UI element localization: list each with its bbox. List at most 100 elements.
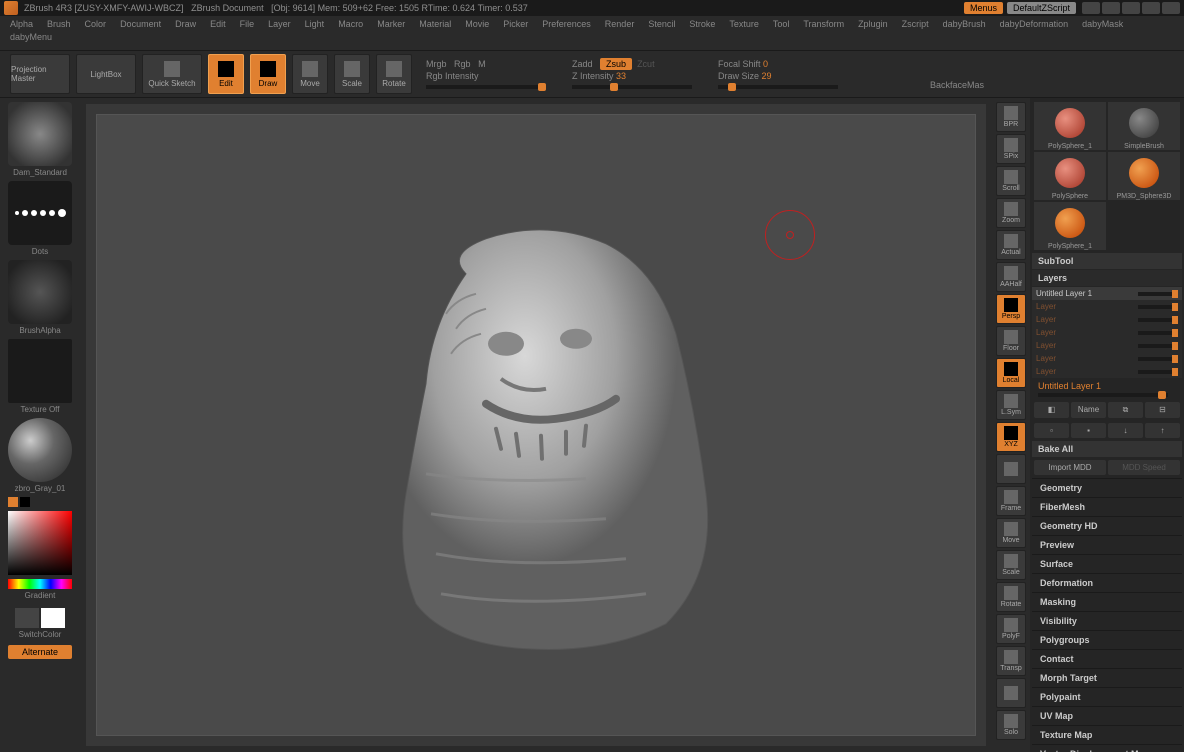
menu-color[interactable]: Color — [85, 19, 107, 29]
win-btn-4[interactable] — [1142, 2, 1160, 14]
rtool-blank-18[interactable] — [996, 678, 1026, 708]
menu-layer[interactable]: Layer — [268, 19, 291, 29]
layers-header[interactable]: Layers — [1032, 270, 1182, 286]
menu-draw[interactable]: Draw — [175, 19, 196, 29]
menu-tool[interactable]: Tool — [773, 19, 790, 29]
section-preview[interactable]: Preview — [1032, 535, 1182, 554]
layer-btn-6[interactable]: ↓ — [1108, 423, 1143, 438]
menu-daby[interactable]: dabyMenu — [10, 32, 52, 42]
import-mdd-button[interactable]: Import MDD — [1034, 460, 1106, 475]
section-uv-map[interactable]: UV Map — [1032, 706, 1182, 725]
menu-picker[interactable]: Picker — [503, 19, 528, 29]
section-texture-map[interactable]: Texture Map — [1032, 725, 1182, 744]
layer-row[interactable]: Layer — [1032, 300, 1182, 313]
menu-marker[interactable]: Marker — [377, 19, 405, 29]
menu-movie[interactable]: Movie — [465, 19, 489, 29]
untitled-layer[interactable]: Untitled Layer 1 — [1038, 381, 1101, 391]
menu-stencil[interactable]: Stencil — [648, 19, 675, 29]
layer-opacity-slider[interactable] — [1038, 393, 1168, 397]
rgb-intensity-slider[interactable] — [426, 85, 546, 89]
menu-transform[interactable]: Transform — [803, 19, 844, 29]
zcut-label[interactable]: Zcut — [637, 59, 655, 69]
menus-button[interactable]: Menus — [964, 2, 1003, 14]
rtool-transp[interactable]: Transp — [996, 646, 1026, 676]
name-button[interactable]: Name — [1071, 402, 1106, 418]
mrgb-label[interactable]: Mrgb — [426, 59, 447, 69]
section-vector-displacement-map[interactable]: Vector Displacement Map — [1032, 744, 1182, 752]
tool-polysphere[interactable]: PolySphere — [1034, 152, 1106, 200]
rtool-l.sym[interactable]: L.Sym — [996, 390, 1026, 420]
tool-polysphere_1[interactable]: PolySphere_1 — [1034, 102, 1106, 150]
layer-row[interactable]: Untitled Layer 1 — [1032, 287, 1182, 300]
draw-size-slider[interactable] — [718, 85, 838, 89]
layer-btn-5[interactable]: ▪ — [1071, 423, 1106, 438]
color-picker[interactable] — [8, 511, 72, 575]
menu-dabydeformation[interactable]: dabyDeformation — [1000, 19, 1069, 29]
hue-slider[interactable] — [8, 579, 72, 589]
swatch-2[interactable] — [41, 608, 65, 628]
menu-dabybrush[interactable]: dabyBrush — [943, 19, 986, 29]
menu-file[interactable]: File — [240, 19, 255, 29]
projection-master-button[interactable]: Projection Master — [10, 54, 70, 94]
menu-edit[interactable]: Edit — [210, 19, 226, 29]
rtool-blank-11[interactable] — [996, 454, 1026, 484]
rtool-zoom[interactable]: Zoom — [996, 198, 1026, 228]
texture-selector[interactable] — [8, 339, 72, 403]
section-morph-target[interactable]: Morph Target — [1032, 668, 1182, 687]
edit-button[interactable]: Edit — [208, 54, 244, 94]
scale-button[interactable]: Scale — [334, 54, 370, 94]
win-btn-2[interactable] — [1102, 2, 1120, 14]
menu-alpha[interactable]: Alpha — [10, 19, 33, 29]
menu-brush[interactable]: Brush — [47, 19, 71, 29]
section-polygroups[interactable]: Polygroups — [1032, 630, 1182, 649]
quick-sketch-button[interactable]: Quick Sketch — [142, 54, 202, 94]
color-chip-1[interactable] — [8, 497, 18, 507]
rtool-solo[interactable]: Solo — [996, 710, 1026, 740]
m-label[interactable]: M — [478, 59, 486, 69]
section-geometry[interactable]: Geometry — [1032, 478, 1182, 497]
menu-render[interactable]: Render — [605, 19, 635, 29]
layer-row[interactable]: Layer — [1032, 313, 1182, 326]
swatch-1[interactable] — [15, 608, 39, 628]
rtool-floor[interactable]: Floor — [996, 326, 1026, 356]
brush-selector[interactable] — [8, 102, 72, 166]
section-fibermesh[interactable]: FiberMesh — [1032, 497, 1182, 516]
menu-material[interactable]: Material — [419, 19, 451, 29]
alpha-selector[interactable] — [8, 260, 72, 324]
rtool-spix[interactable]: SPix — [996, 134, 1026, 164]
rtool-polyf[interactable]: PolyF — [996, 614, 1026, 644]
rtool-aahalf[interactable]: AAHalf — [996, 262, 1026, 292]
section-geometry-hd[interactable]: Geometry HD — [1032, 516, 1182, 535]
switchcolor-label[interactable]: SwitchColor — [4, 630, 76, 639]
tool-pm3d_sphere3d[interactable]: PM3D_Sphere3D — [1108, 152, 1180, 200]
material-selector[interactable] — [8, 418, 72, 482]
layer-row[interactable]: Layer — [1032, 339, 1182, 352]
section-deformation[interactable]: Deformation — [1032, 573, 1182, 592]
section-masking[interactable]: Masking — [1032, 592, 1182, 611]
menu-stroke[interactable]: Stroke — [689, 19, 715, 29]
menu-document[interactable]: Document — [120, 19, 161, 29]
rtool-scroll[interactable]: Scroll — [996, 166, 1026, 196]
menu-preferences[interactable]: Preferences — [542, 19, 591, 29]
rotate-button[interactable]: Rotate — [376, 54, 412, 94]
section-polypaint[interactable]: Polypaint — [1032, 687, 1182, 706]
win-btn-3[interactable] — [1122, 2, 1140, 14]
menu-zplugin[interactable]: Zplugin — [858, 19, 888, 29]
tool-simplebrush[interactable]: SimpleBrush — [1108, 102, 1180, 150]
layer-row[interactable]: Layer — [1032, 365, 1182, 378]
rtool-scale[interactable]: Scale — [996, 550, 1026, 580]
move-button[interactable]: Move — [292, 54, 328, 94]
lightbox-button[interactable]: LightBox — [76, 54, 136, 94]
draw-button[interactable]: Draw — [250, 54, 286, 94]
viewport[interactable] — [86, 104, 986, 746]
win-btn-1[interactable] — [1082, 2, 1100, 14]
tool-polysphere_1[interactable]: PolySphere_1 — [1034, 202, 1106, 250]
menu-texture[interactable]: Texture — [729, 19, 759, 29]
layer-btn-7[interactable]: ↑ — [1145, 423, 1180, 438]
bake-all-button[interactable]: Bake All — [1032, 441, 1182, 457]
rtool-bpr[interactable]: BPR — [996, 102, 1026, 132]
rtool-persp[interactable]: Persp — [996, 294, 1026, 324]
zadd-label[interactable]: Zadd — [572, 59, 593, 69]
section-visibility[interactable]: Visibility — [1032, 611, 1182, 630]
stroke-selector[interactable] — [8, 181, 72, 245]
